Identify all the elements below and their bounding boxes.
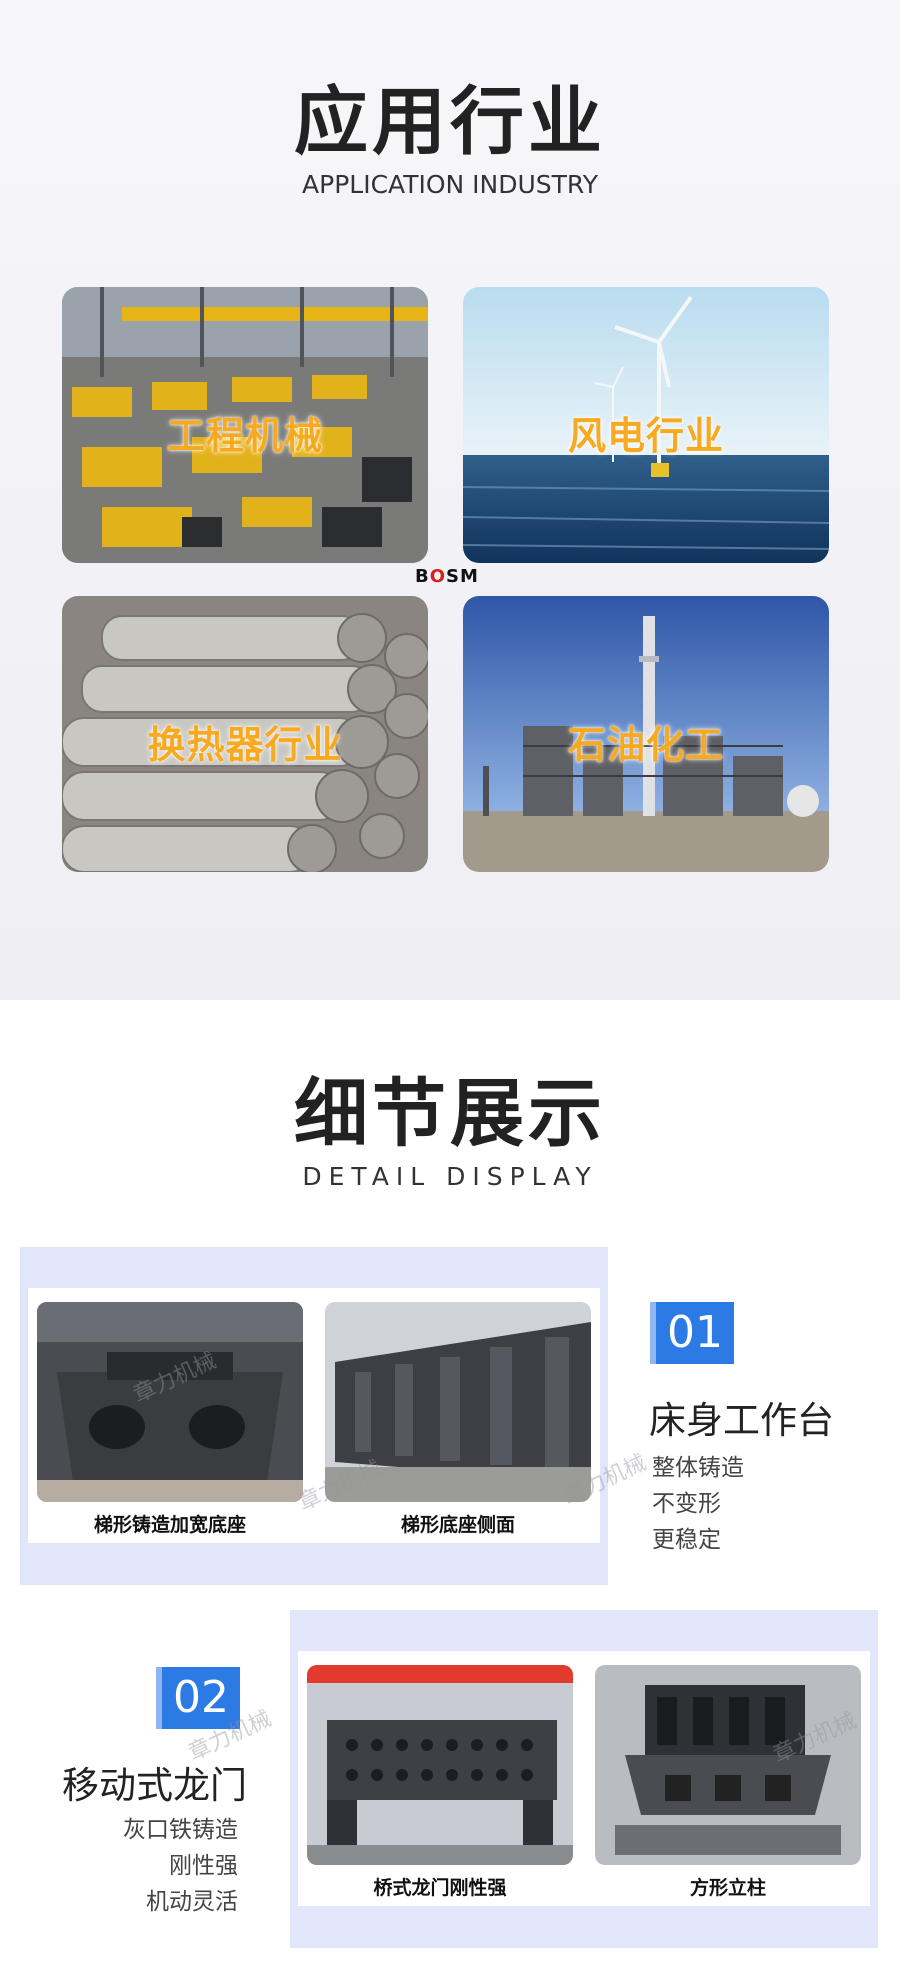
feature-item: 不变形 xyxy=(652,1491,721,1517)
feature-item: 机动灵活 xyxy=(146,1889,238,1915)
application-subtitle: APPLICATION INDUSTRY xyxy=(302,170,598,199)
feature-item: 刚性强 xyxy=(169,1853,238,1879)
logo-letter: B xyxy=(415,566,430,587)
feature-item: 灰口铁铸造 xyxy=(123,1817,238,1843)
application-title: 应用行业 xyxy=(294,79,606,165)
detail1-number-badge: 01 xyxy=(656,1302,734,1364)
brand-logo: BOSM xyxy=(415,566,479,587)
detail1-features: 整体铸造 不变形 更稳定 xyxy=(652,1450,744,1558)
tile-label: 风电行业 xyxy=(567,414,724,458)
logo-accent: O xyxy=(429,566,447,587)
tile-heat-exchanger[interactable]: 换热器行业 xyxy=(62,596,428,872)
caption: 桥式龙门刚性强 xyxy=(373,1877,507,1899)
caption: 梯形底座侧面 xyxy=(400,1514,515,1536)
base-front-photo xyxy=(37,1302,303,1502)
tile-label: 工程机械 xyxy=(166,414,323,458)
feature-item: 整体铸造 xyxy=(652,1455,744,1481)
tile-engineering-machinery[interactable]: 工程机械 xyxy=(62,287,428,563)
detail-subtitle: DETAIL DISPLAY xyxy=(302,1162,598,1191)
detail-title: 细节展示 xyxy=(294,1071,606,1157)
tile-petrochemical[interactable]: 石油化工 xyxy=(463,596,829,872)
logo-letters: SM xyxy=(446,566,479,587)
caption: 方形立柱 xyxy=(689,1877,766,1899)
caption: 梯形铸造加宽底座 xyxy=(93,1514,246,1536)
detail2-features: 灰口铁铸造 刚性强 机动灵活 xyxy=(60,1812,238,1920)
square-column-photo xyxy=(595,1665,861,1865)
tile-label: 换热器行业 xyxy=(147,723,343,767)
application-section: 应用行业 APPLICATION INDUSTRY 工程机械 风电行业 BOSM… xyxy=(0,0,900,1000)
tile-wind-power[interactable]: 风电行业 xyxy=(463,287,829,563)
detail-section: 细节展示 DETAIL DISPLAY 梯形铸造加宽底座 梯形底座侧面 01 床… xyxy=(0,1000,900,1963)
bridge-gantry-photo xyxy=(307,1665,573,1865)
detail1-subtitle: 床身工作台 xyxy=(649,1399,834,1442)
feature-item: 更稳定 xyxy=(652,1527,721,1553)
detail2-card: 桥式龙门刚性强 方形立柱 xyxy=(298,1651,870,1906)
tile-label: 石油化工 xyxy=(567,723,724,767)
detail2-subtitle: 移动式龙门 xyxy=(62,1764,247,1807)
